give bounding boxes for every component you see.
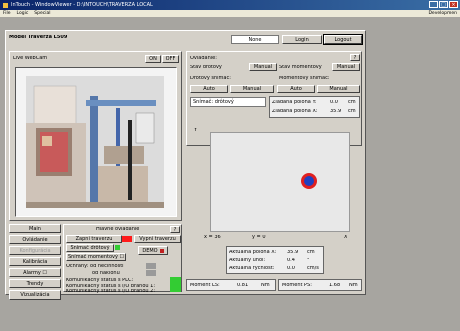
menu-right-label: Developmen	[428, 11, 457, 16]
speed-label: Aktuálna rýchlosť:	[229, 266, 275, 271]
webcam-image	[26, 76, 164, 208]
close-button[interactable]: ×	[449, 1, 458, 8]
xy-plot-area	[210, 132, 350, 232]
menu-file[interactable]: File	[3, 11, 11, 16]
wire-sensor-button[interactable]: Snímač drôtový	[66, 244, 114, 252]
moment-ls-value: 0.81	[237, 283, 249, 288]
webcam-off-button[interactable]: OFF	[162, 55, 179, 63]
moment-auto-button[interactable]: Auto	[277, 85, 315, 93]
window-title: InTouch - WindowViewer - D:\INTOUCH\TRAV…	[11, 2, 153, 8]
req-y-unit: cm	[348, 100, 356, 105]
angle-value: 0.4	[287, 258, 295, 263]
pos-value: 35.9	[287, 250, 299, 255]
maximize-button[interactable]: □	[439, 1, 448, 8]
moment-state-label: Stav momentový	[279, 65, 322, 70]
moment-ls-box: Moment LS: 0.81 Nm	[186, 279, 276, 291]
nav-main[interactable]: Main	[9, 224, 61, 233]
plot-y-readout: y = 0	[252, 235, 266, 240]
ovladanie-help-button[interactable]: ?	[350, 54, 360, 61]
webcam-view	[15, 67, 177, 217]
moment-ps-unit: Nm	[349, 283, 358, 288]
demo-label: DEMO	[142, 247, 158, 254]
position-marker	[301, 173, 317, 189]
angle-unit: °	[307, 258, 310, 263]
comm-io2-indicator	[170, 288, 181, 292]
protection-tilt-indicator	[146, 270, 156, 276]
nav-kalibracia[interactable]: Kalibrácia	[9, 257, 61, 266]
app-icon	[3, 2, 8, 8]
power-off-button[interactable]: Vypni traverzu	[134, 235, 181, 243]
req-x-value: 35.9	[330, 109, 342, 114]
moment-sensor-mode-label: Momentový snímač:	[279, 76, 330, 81]
moment-state-manual-button[interactable]: Manual	[332, 63, 360, 71]
req-y-value: 0.0	[330, 100, 338, 105]
power-on-button[interactable]: Zapni traverzu	[66, 235, 122, 243]
nav-alarmy[interactable]: Alarmy ☐	[9, 268, 61, 277]
moment-manual-button[interactable]: Manual	[317, 85, 360, 93]
pos-unit: cm	[307, 250, 315, 255]
wire-sensor-indicator	[115, 245, 120, 250]
minimize-button[interactable]: _	[429, 1, 438, 8]
nav-konfiguracia[interactable]: Konfigurácia	[9, 246, 61, 255]
webcam-title: Live WebCam	[13, 56, 48, 61]
req-x-label: Žiadaná poloha X:	[272, 109, 318, 114]
moment-ls-label: Moment LS:	[190, 283, 220, 288]
wire-sensor-mode-label: Drôtový snímač:	[190, 76, 231, 81]
webcam-on-button[interactable]: ON	[145, 55, 161, 63]
user-field: None	[231, 35, 279, 44]
menu-bar: File Logic Special Developmen	[0, 10, 460, 17]
menu-logic[interactable]: Logic	[17, 11, 29, 16]
target-inner	[304, 176, 314, 186]
nav-vizualizacia[interactable]: Vizualizácia	[9, 290, 61, 300]
nav-panel: Main Ovládanie Konfigurácia Kalibrácia A…	[9, 224, 61, 300]
speed-unit: cm/s	[307, 266, 319, 271]
wire-auto-button[interactable]: Auto	[190, 85, 228, 93]
wire-manual-button[interactable]: Manual	[230, 85, 274, 93]
main-control-panel: Hlavné ovládanie ? Zapni traverzu Vypni …	[63, 224, 182, 294]
moment-ps-box: Moment PS: 1.68 Nm	[278, 279, 362, 291]
protection-idle-indicator	[146, 263, 156, 269]
demo-indicator	[159, 248, 164, 253]
plot-y-label: Y	[194, 128, 198, 133]
model-title: Model Traverza L509	[9, 35, 68, 40]
nav-trendy[interactable]: Trendy	[9, 279, 61, 288]
comm-io2-label: Komunikačný status s I/O bránou 2:	[66, 289, 156, 294]
angle-label: Aktuálny uhol:	[229, 258, 266, 263]
demo-button[interactable]: DEMO	[138, 246, 168, 255]
title-bar: InTouch - WindowViewer - D:\INTOUCH\TRAV…	[0, 0, 460, 10]
plot-x-readout: x = 36	[204, 235, 221, 240]
ovladanie-title: Ovládanie:	[190, 56, 217, 61]
moment-sensor-button[interactable]: Snímač momentový ☐	[66, 253, 126, 261]
protection-tilt-label: od náklonu	[92, 271, 120, 276]
main-control-title: Hlavné ovládanie	[96, 227, 140, 232]
wire-state-manual-button[interactable]: Manual	[249, 63, 277, 71]
login-button[interactable]: Login	[282, 35, 322, 44]
main-help-button[interactable]: ?	[170, 226, 180, 233]
protection-idle-label: Ochrany: od nečinnosti	[66, 264, 124, 269]
webcam-panel: Live WebCam ON OFF	[9, 51, 182, 221]
sensor-field: Snímač: drôtový	[190, 97, 266, 107]
comm-plc-label: Komunikačný status s PLC:	[66, 278, 134, 283]
moment-ls-unit: Nm	[261, 283, 270, 288]
xy-plot-panel: Y x = 36 y = 0 X	[194, 124, 364, 244]
menu-special[interactable]: Special	[34, 11, 50, 16]
moment-ps-value: 1.68	[329, 283, 341, 288]
req-x-unit: cm	[348, 109, 356, 114]
plot-x-label: X	[344, 235, 348, 240]
actual-position-box: Aktuálna poloha X: 35.9 cm Aktuálny uhol…	[226, 246, 324, 274]
req-y-label: Žiadaná poloha Y:	[272, 100, 317, 105]
main-window: Model Traverza L509 None Login Logout Li…	[5, 30, 366, 300]
pos-label: Aktuálna poloha X:	[229, 250, 277, 255]
requested-position-box: Žiadaná poloha Y: 0.0 cm Žiadaná poloha …	[269, 96, 360, 118]
logout-button[interactable]: Logout	[323, 34, 363, 45]
power-on-indicator	[122, 236, 132, 242]
wire-state-label: Stav drôtový	[190, 65, 222, 70]
speed-value: 0.0	[287, 266, 295, 271]
power-on-label: Zapni traverzu	[75, 236, 113, 242]
nav-ovladanie[interactable]: Ovládanie	[9, 235, 61, 244]
moment-ps-label: Moment PS:	[282, 283, 312, 288]
